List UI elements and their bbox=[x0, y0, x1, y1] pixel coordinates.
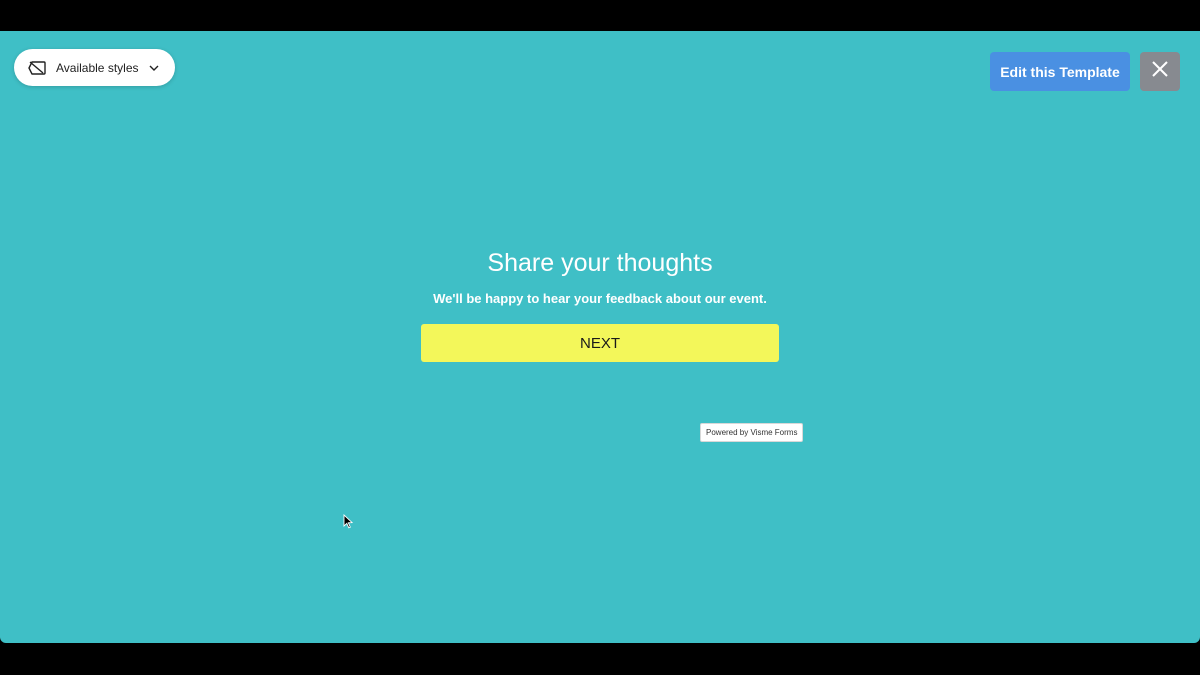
close-icon bbox=[1152, 61, 1168, 82]
available-styles-label: Available styles bbox=[56, 60, 139, 75]
letterbox-bottom bbox=[0, 643, 1200, 675]
form-intro: Share your thoughts We'll be happy to he… bbox=[400, 246, 800, 362]
close-button[interactable] bbox=[1140, 52, 1180, 91]
edit-template-button[interactable]: Edit this Template bbox=[990, 52, 1130, 91]
styles-icon bbox=[28, 60, 46, 75]
next-button[interactable]: NEXT bbox=[421, 324, 779, 362]
chevron-down-icon bbox=[149, 65, 159, 71]
form-subtitle: We'll be happy to hear your feedback abo… bbox=[433, 291, 767, 306]
mouse-cursor-icon bbox=[343, 513, 354, 534]
letterbox-top bbox=[0, 0, 1200, 31]
template-preview: Available styles Edit this Template Shar… bbox=[0, 31, 1200, 643]
available-styles-dropdown[interactable]: Available styles bbox=[14, 49, 175, 86]
powered-by-badge[interactable]: Powered by Visme Forms bbox=[700, 423, 804, 442]
form-title: Share your thoughts bbox=[487, 249, 713, 277]
